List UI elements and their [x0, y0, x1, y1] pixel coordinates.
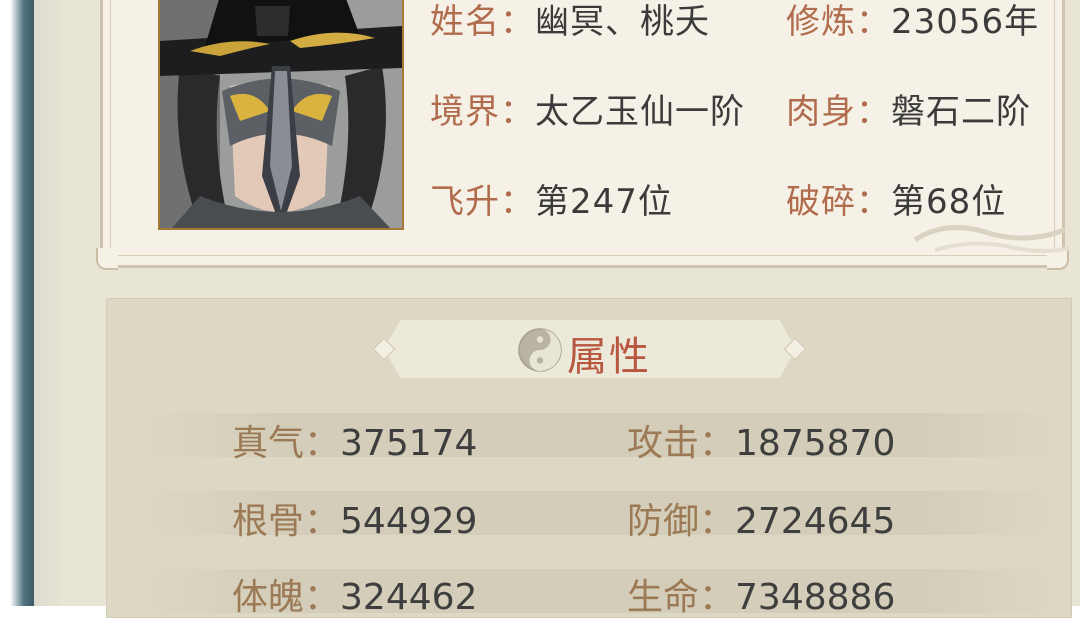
stat-physique: 体魄：324462	[232, 577, 478, 618]
attributes-title: 属性	[567, 334, 651, 380]
info-row-1: 姓名：幽冥、桃夭	[430, 2, 710, 42]
stat-qi: 真气：375174	[232, 423, 478, 464]
name-label: 姓名	[430, 2, 500, 42]
background-scenery	[0, 0, 34, 606]
name-value: 幽冥、桃夭	[535, 2, 710, 42]
cultivation-value: 23056年	[891, 2, 1040, 42]
stat-root-bone: 根骨：544929	[232, 501, 478, 542]
body-value: 磐石二阶	[891, 92, 1031, 132]
body-label: 肉身	[786, 92, 856, 132]
stat-life: 生命：7348886	[627, 577, 896, 618]
realm-label: 境界	[430, 92, 500, 132]
realm-value: 太乙玉仙一阶	[535, 92, 745, 132]
info-row-2: 境界：太乙玉仙一阶	[430, 92, 745, 132]
ascension-value: 第247位	[535, 182, 673, 222]
info-row-3: 飞升：第247位	[430, 182, 673, 222]
ascension-label: 飞升	[430, 182, 500, 222]
taiji-icon	[518, 328, 562, 372]
cloud-ornament-icon	[913, 225, 1071, 253]
cultivation-label: 修炼	[786, 2, 856, 42]
info-row-2b: 肉身：磐石二阶	[786, 92, 1031, 132]
info-row-1b: 修炼：23056年	[786, 2, 1040, 42]
stat-attack: 攻击：1875870	[627, 423, 896, 464]
masked-character-icon	[160, 0, 402, 228]
shatter-label: 破碎	[786, 182, 856, 222]
card-corner-ornament	[96, 248, 118, 270]
stat-defense: 防御：2724645	[627, 501, 896, 542]
character-portrait[interactable]	[158, 0, 404, 230]
panel-edge	[34, 0, 60, 606]
